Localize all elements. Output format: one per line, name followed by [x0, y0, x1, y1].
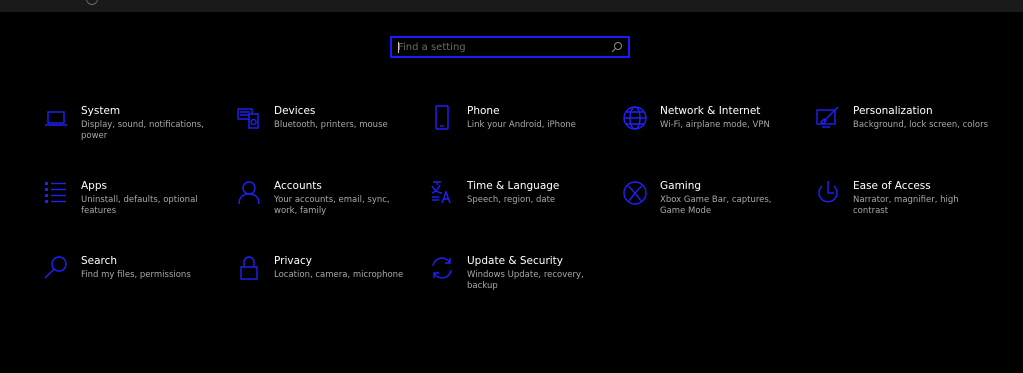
tile-title: System — [81, 105, 121, 117]
tile-title: Ease of Access — [853, 180, 931, 192]
tile-title: Phone — [467, 105, 500, 117]
phone-icon — [430, 105, 454, 130]
person-icon — [237, 181, 261, 205]
tile-title: Devices — [274, 105, 316, 117]
tile-title: Personalization — [853, 105, 933, 117]
tile-title: Privacy — [274, 255, 313, 267]
tile-description: Your accounts, email, sync, work, family — [274, 195, 390, 216]
tile-description: Location, camera, microphone — [274, 270, 404, 280]
tile-devices[interactable]: Devices Bluetooth, printers, mouse — [237, 105, 417, 158]
tile-personalization[interactable]: Personalization Background, lock screen,… — [816, 105, 996, 158]
tile-description: Uninstall, defaults, optional features — [81, 195, 198, 216]
tile-ease-of-access[interactable]: Ease of Access Narrator, magnifier, high… — [816, 180, 996, 233]
tile-description: Narrator, magnifier, high contrast — [853, 195, 959, 216]
ease-of-access-icon — [816, 181, 840, 205]
tile-description: Link your Android, iPhone — [467, 120, 576, 130]
tile-phone[interactable]: Phone Link your Android, iPhone — [430, 105, 610, 158]
tile-title: Gaming — [660, 180, 702, 192]
tile-title: Search — [81, 255, 118, 267]
tile-update-security[interactable]: Update & Security Windows Update, recove… — [430, 255, 610, 308]
devices-icon — [237, 106, 261, 130]
xbox-icon — [623, 181, 647, 205]
paint-icon — [816, 106, 840, 130]
sync-icon — [430, 256, 454, 280]
tile-title: Time & Language — [467, 180, 560, 192]
tile-title: Network & Internet — [660, 105, 761, 117]
tile-time-language[interactable]: Time & Language Speech, region, date — [430, 180, 610, 233]
tile-gaming[interactable]: Gaming Xbox Game Bar, captures, Game Mod… — [623, 180, 803, 233]
search-input[interactable] — [398, 38, 598, 56]
tile-description: Find my files, permissions — [81, 270, 191, 280]
tile-title: Apps — [81, 180, 107, 192]
tile-description: Background, lock screen, colors — [853, 120, 988, 130]
tile-description: Speech, region, date — [467, 195, 556, 205]
tile-system[interactable]: System Display, sound, notifications, po… — [44, 105, 224, 158]
search-icon — [44, 256, 68, 280]
globe-icon — [623, 106, 647, 130]
apps-list-icon — [44, 181, 68, 205]
tile-description: Wi-Fi, airplane mode, VPN — [660, 120, 770, 130]
tile-description: Xbox Game Bar, captures, Game Mode — [660, 195, 772, 216]
tile-search[interactable]: Search Find my files, permissions — [44, 255, 224, 308]
tile-title: Update & Security — [467, 255, 564, 267]
tile-accounts[interactable]: Accounts Your accounts, email, sync, wor… — [237, 180, 417, 233]
tile-description: Bluetooth, printers, mouse — [274, 120, 388, 130]
tile-title: Accounts — [274, 180, 322, 192]
tile-description: Display, sound, notifications, power — [81, 120, 204, 141]
tile-apps[interactable]: Apps Uninstall, defaults, optional featu… — [44, 180, 224, 233]
laptop-icon — [44, 106, 68, 130]
settings-search-box[interactable] — [390, 36, 630, 58]
tile-privacy[interactable]: Privacy Location, camera, microphone — [237, 255, 417, 308]
search-icon — [611, 42, 622, 53]
title-bar — [0, 0, 1023, 12]
time-language-icon — [430, 181, 454, 205]
tile-network-internet[interactable]: Network & Internet Wi-Fi, airplane mode,… — [623, 105, 803, 158]
tile-description: Windows Update, recovery, backup — [467, 270, 584, 291]
lock-icon — [237, 256, 261, 280]
back-button-icon[interactable] — [86, 0, 98, 5]
